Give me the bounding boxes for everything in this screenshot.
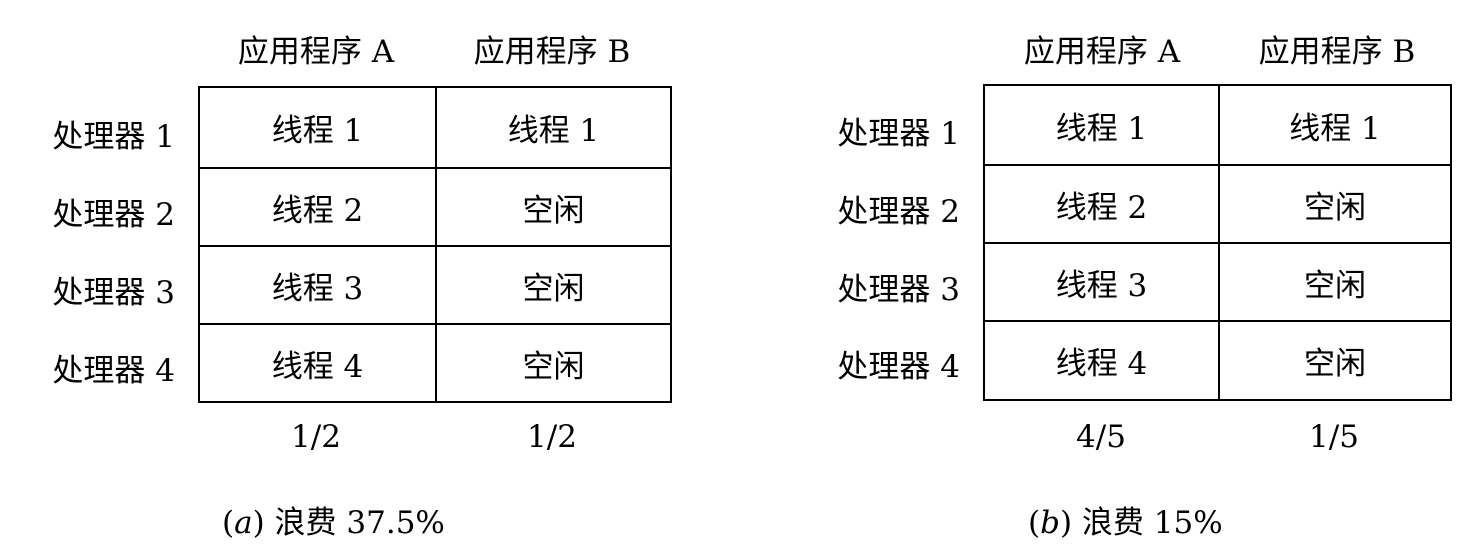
column-header-app-b: 应用程序 B [473,34,631,70]
caption-close-paren: ) [252,505,265,541]
fraction-app-a: 1/2 [291,419,341,455]
caption-text: 浪费 15% [1072,505,1223,541]
cell-p3-app-b: 空闲 [1218,242,1450,320]
cell-p1-app-b: 线程 1 [435,88,670,167]
cell-p2-app-a: 线程 2 [200,167,435,245]
caption-open-paren: ( [222,505,235,541]
fraction-app-b: 1/5 [1309,419,1359,455]
cell-p1-app-a: 线程 1 [1055,110,1148,147]
column-header-app-a: 应用程序 A [237,34,395,70]
caption-tag: a [234,505,253,541]
cell-p4-app-b: 空闲 [435,323,670,401]
caption-tag: b [1040,505,1060,541]
row-label-processor-4: 处理器 4 [52,353,175,389]
row-label-processor-2: 处理器 2 [52,197,175,233]
cell-p2-app-b: 空闲 [1218,164,1450,242]
row-label-processor-1: 处理器 1 [52,119,175,155]
row-label-processor-3: 处理器 3 [52,275,175,311]
cell-p4-app-a: 线程 4 [200,323,435,401]
cell-p1-app-b: 线程 1 [1218,86,1450,164]
caption-close-paren: ) [1059,505,1073,541]
caption-text: 浪费 37.5% [264,505,445,541]
column-header-app-a: 应用程序 A [1023,34,1181,70]
column-header-app-b: 应用程序 B [1258,34,1416,70]
cell-p4-app-b: 空闲 [1218,320,1450,399]
cell-p2-app-b: 空闲 [435,167,670,245]
fraction-app-b: 1/2 [527,419,577,455]
row-label-processor-4: 处理器 4 [837,349,960,385]
cell-p3-app-b: 空闲 [435,245,670,323]
fraction-app-a: 4/5 [1076,419,1126,455]
cell-p2-app-a: 线程 2 [985,164,1218,242]
cell-p3-app-a: 线程 3 [200,245,435,323]
cell-p1-app-a: 线程 1 [271,113,364,149]
cell-p4-app-a: 线程 4 [985,320,1218,399]
row-label-processor-2: 处理器 2 [837,194,960,230]
thread-grid: 线程 1 线程 1 线程 2 空闲 线程 3 空闲 线程 4 空闲 [198,86,672,403]
caption-open-paren: ( [1028,505,1041,541]
caption: (a) 浪费 37.5% [222,497,445,542]
thread-grid: 线程 1 线程 1 线程 2 空闲 线程 3 空闲 线程 4 空闲 [983,84,1452,401]
cell-p3-app-a: 线程 3 [985,242,1218,320]
caption: (b) 浪费 15% [1028,497,1223,542]
row-label-processor-3: 处理器 3 [837,272,960,308]
row-label-processor-1: 处理器 1 [837,116,960,152]
